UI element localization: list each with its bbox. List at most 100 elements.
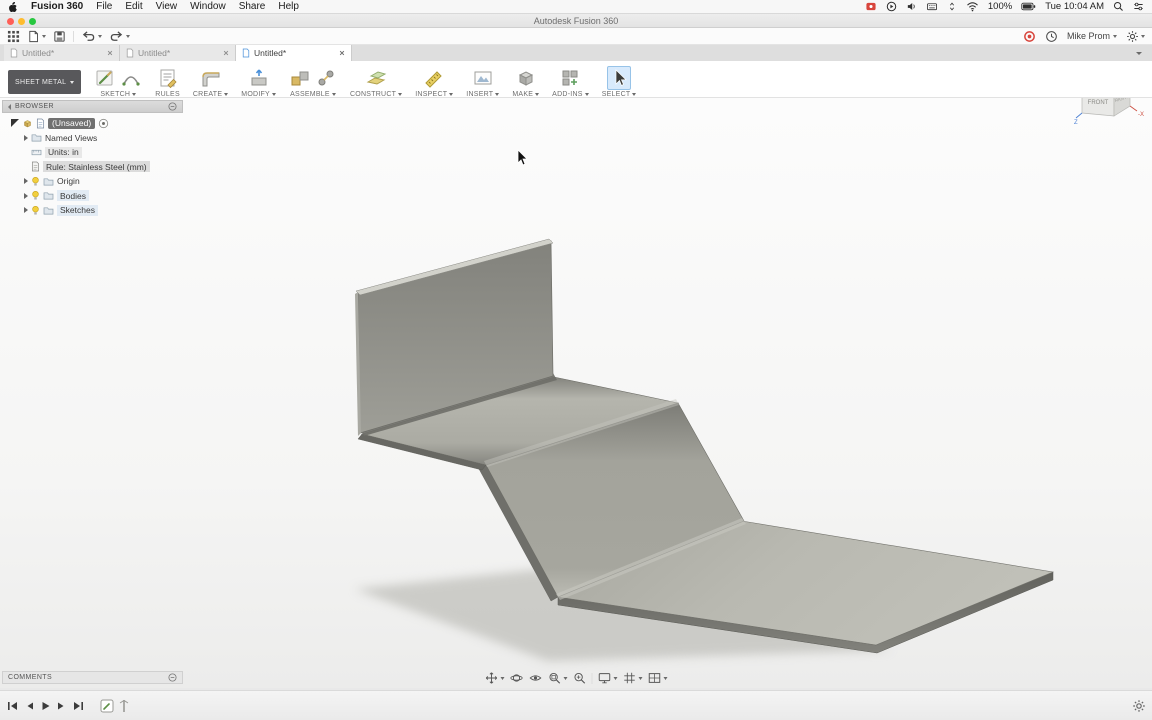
lightbulb-icon[interactable] xyxy=(31,176,40,187)
timeline-go-to-start-button[interactable] xyxy=(6,700,19,712)
rules-icon[interactable] xyxy=(157,67,179,89)
volume-status[interactable] xyxy=(906,1,917,12)
close-icon[interactable] xyxy=(223,50,229,56)
user-account-button[interactable]: Mike Prom xyxy=(1067,31,1117,41)
file-menu-button[interactable] xyxy=(27,30,46,43)
app-grid-button[interactable] xyxy=(7,30,20,43)
lightbulb-icon[interactable] xyxy=(31,205,40,216)
collapse-panel-icon[interactable] xyxy=(8,104,11,110)
screen-record-status[interactable] xyxy=(865,1,877,12)
timeline-step-back-button[interactable] xyxy=(24,700,35,712)
zoom-window-button[interactable] xyxy=(548,671,568,685)
comments-panel[interactable]: COMMENTS xyxy=(2,671,183,684)
group-label[interactable]: ASSEMBLE xyxy=(290,91,330,98)
application-bar: Mike Prom xyxy=(0,28,1152,45)
menu-view[interactable]: View xyxy=(156,1,178,12)
group-label[interactable]: MODIFY xyxy=(241,91,270,98)
group-label[interactable]: INSPECT xyxy=(415,91,447,98)
minimize-panel-icon[interactable] xyxy=(168,102,177,111)
group-label[interactable]: SKETCH xyxy=(100,91,130,98)
add-ins-icon[interactable] xyxy=(559,67,581,89)
visibility-eye-icon[interactable] xyxy=(98,118,109,129)
job-status-button[interactable] xyxy=(1023,30,1036,43)
tree-item-units[interactable]: Units: in xyxy=(2,145,183,159)
make-icon[interactable] xyxy=(515,67,537,89)
close-icon[interactable] xyxy=(107,50,113,56)
redo-button[interactable] xyxy=(109,30,130,43)
tree-root-document[interactable]: (Unsaved) xyxy=(2,116,183,130)
minimize-window-button[interactable] xyxy=(18,18,25,25)
pan-button[interactable] xyxy=(485,671,505,685)
wifi-status[interactable] xyxy=(966,1,979,12)
close-icon[interactable] xyxy=(339,50,345,56)
save-button[interactable] xyxy=(53,30,66,43)
sketch-arc-icon[interactable] xyxy=(120,67,142,89)
menu-share[interactable]: Share xyxy=(239,1,266,12)
menu-window[interactable]: Window xyxy=(190,1,226,12)
grid-snap-button[interactable] xyxy=(623,671,643,685)
updown-status[interactable] xyxy=(947,1,957,12)
tab-overflow-button[interactable] xyxy=(1136,45,1152,61)
ribbon-group-sketch: SKETCH xyxy=(94,66,142,98)
timeline-settings-button[interactable] xyxy=(1132,699,1146,713)
menu-edit[interactable]: Edit xyxy=(125,1,142,12)
group-label[interactable]: ADD-INS xyxy=(552,91,583,98)
zoom-window-button[interactable] xyxy=(29,18,36,25)
look-at-button[interactable] xyxy=(529,671,543,685)
history-button[interactable] xyxy=(1045,30,1058,43)
select-tool-active[interactable] xyxy=(607,66,631,90)
create-sketch-icon[interactable] xyxy=(94,67,116,89)
document-tab-3-active[interactable]: Untitled* xyxy=(236,45,352,61)
orbit-button[interactable] xyxy=(510,671,524,685)
tree-item-origin[interactable]: Origin xyxy=(2,174,183,188)
tree-item-bodies[interactable]: Bodies xyxy=(2,189,183,203)
zoom-button[interactable] xyxy=(573,671,587,685)
menu-app-name[interactable]: Fusion 360 xyxy=(31,1,83,12)
playback-status[interactable] xyxy=(886,1,897,12)
document-tab-2[interactable]: Untitled* xyxy=(120,45,236,61)
apple-menu[interactable] xyxy=(8,1,18,13)
menu-file[interactable]: File xyxy=(96,1,112,12)
document-tab-1[interactable]: Untitled* xyxy=(4,45,120,61)
browser-header[interactable]: BROWSER xyxy=(2,100,183,113)
insert-canvas-icon[interactable] xyxy=(472,67,494,89)
group-label[interactable]: CONSTRUCT xyxy=(350,91,396,98)
timeline-marker-icon[interactable] xyxy=(118,699,130,713)
expand-icon[interactable] xyxy=(11,119,19,127)
display-settings-button[interactable] xyxy=(598,671,618,685)
construct-plane-icon[interactable] xyxy=(365,67,387,89)
workspace-selector[interactable]: SHEET METAL xyxy=(8,70,81,94)
expand-icon[interactable] xyxy=(24,207,28,213)
menu-bar-clock[interactable]: Tue 10:04 AM xyxy=(1045,1,1104,12)
group-label[interactable]: CREATE xyxy=(193,91,222,98)
group-label[interactable]: SELECT xyxy=(602,91,631,98)
expand-icon[interactable] xyxy=(24,135,28,141)
measure-icon[interactable] xyxy=(423,67,445,89)
undo-button[interactable] xyxy=(81,30,102,43)
spotlight[interactable] xyxy=(1113,1,1124,12)
help-settings-button[interactable] xyxy=(1126,30,1145,43)
minimize-panel-icon[interactable] xyxy=(168,673,177,682)
tree-item-rule[interactable]: Rule: Stainless Steel (mm) xyxy=(2,160,183,174)
menu-help[interactable]: Help xyxy=(278,1,299,12)
expand-icon[interactable] xyxy=(24,178,28,184)
joint-icon[interactable] xyxy=(315,67,337,89)
lightbulb-icon[interactable] xyxy=(31,190,40,201)
keyboard-status[interactable] xyxy=(926,1,938,12)
tree-item-sketches[interactable]: Sketches xyxy=(2,203,183,217)
create-flange-icon[interactable] xyxy=(200,67,222,89)
new-component-icon[interactable] xyxy=(289,67,311,89)
viewports-button[interactable] xyxy=(648,671,668,685)
modify-icon[interactable] xyxy=(248,67,270,89)
timeline-step-forward-button[interactable] xyxy=(56,700,67,712)
tree-item-named-views[interactable]: Named Views xyxy=(2,131,183,145)
timeline-play-button[interactable] xyxy=(40,700,51,712)
sketch-feature-chip[interactable] xyxy=(100,699,114,713)
group-label[interactable]: MAKE xyxy=(512,91,533,98)
control-center[interactable] xyxy=(1133,1,1144,12)
timeline-go-to-end-button[interactable] xyxy=(72,700,85,712)
close-window-button[interactable] xyxy=(7,18,14,25)
group-label[interactable]: INSERT xyxy=(466,91,493,98)
expand-icon[interactable] xyxy=(24,193,28,199)
group-label[interactable]: RULES xyxy=(155,91,180,98)
